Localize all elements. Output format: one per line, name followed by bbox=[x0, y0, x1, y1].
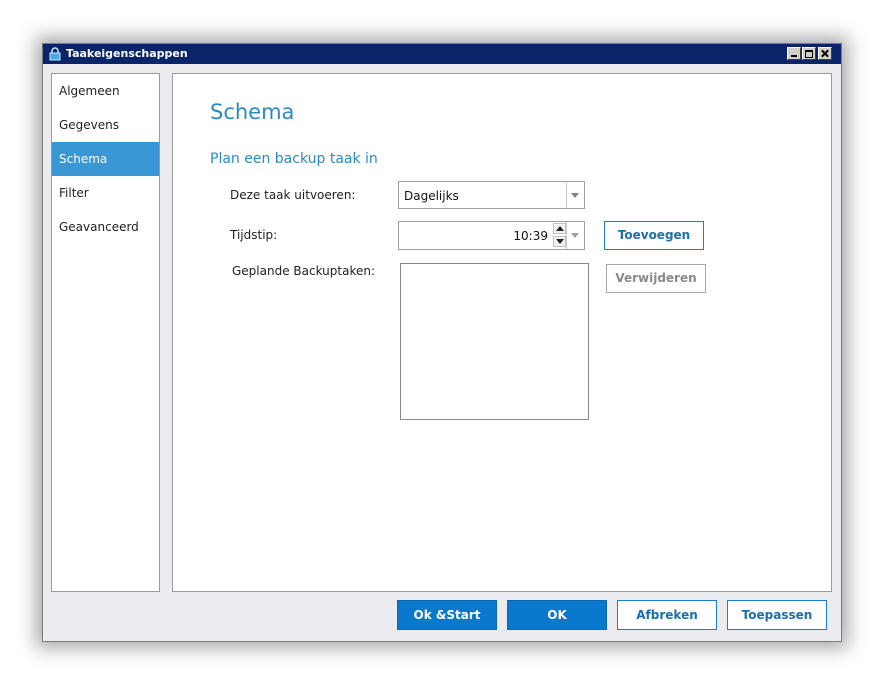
chevron-down-icon[interactable] bbox=[566, 222, 584, 249]
run-task-value: Dagelijks bbox=[404, 189, 459, 203]
time-label: Tijdstip: bbox=[230, 228, 278, 242]
page-title: Schema bbox=[210, 100, 295, 124]
close-button[interactable] bbox=[818, 47, 832, 60]
ok-start-button[interactable]: Ok &Start bbox=[397, 600, 497, 630]
ok-button[interactable]: OK bbox=[507, 600, 607, 630]
window-title: Taakeigenschappen bbox=[66, 47, 188, 60]
time-value: 10:39 bbox=[513, 229, 548, 243]
sidebar-item-geavanceerd[interactable]: Geavanceerd bbox=[52, 210, 159, 244]
sidebar-item-algemeen[interactable]: Algemeen bbox=[52, 74, 159, 108]
time-spinner bbox=[553, 223, 566, 248]
maximize-button[interactable] bbox=[802, 47, 816, 60]
add-button[interactable]: Toevoegen bbox=[604, 221, 704, 250]
scheduled-tasks-list[interactable] bbox=[400, 263, 589, 420]
title-bar[interactable]: Taakeigenschappen bbox=[43, 44, 841, 64]
spin-down-icon[interactable] bbox=[553, 236, 566, 247]
cancel-button[interactable]: Afbreken bbox=[617, 600, 717, 630]
run-task-select[interactable]: Dagelijks bbox=[398, 181, 585, 209]
content-panel: Schema Plan een backup taak in Deze taak… bbox=[172, 73, 832, 592]
lock-icon bbox=[49, 47, 61, 61]
sidebar-item-filter[interactable]: Filter bbox=[52, 176, 159, 210]
scheduled-tasks-label: Geplande Backuptaken: bbox=[232, 264, 376, 278]
apply-button[interactable]: Toepassen bbox=[727, 600, 827, 630]
spin-up-icon[interactable] bbox=[553, 223, 566, 234]
remove-button[interactable]: Verwijderen bbox=[606, 264, 706, 293]
task-properties-window: Taakeigenschappen Algemeen Gegevens Sche… bbox=[42, 43, 842, 642]
minimize-button[interactable] bbox=[787, 47, 801, 60]
sidebar-item-schema[interactable]: Schema bbox=[52, 142, 159, 176]
section-title: Plan een backup taak in bbox=[210, 151, 378, 167]
run-task-label: Deze taak uitvoeren: bbox=[230, 188, 356, 202]
time-picker[interactable]: 10:39 bbox=[398, 221, 585, 250]
sidebar-item-gegevens[interactable]: Gegevens bbox=[52, 108, 159, 142]
chevron-down-icon[interactable] bbox=[566, 182, 584, 208]
sidebar: Algemeen Gegevens Schema Filter Geavance… bbox=[51, 73, 160, 592]
